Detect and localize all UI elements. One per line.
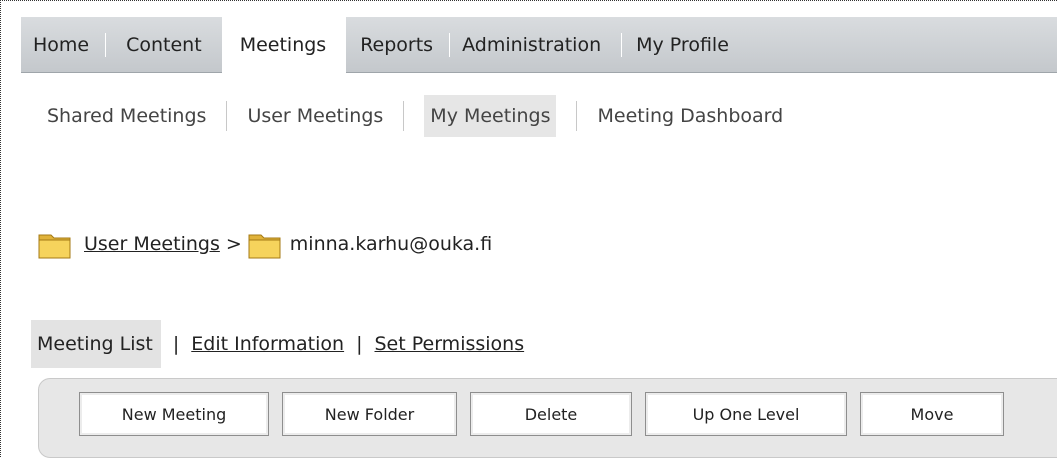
view-link-separator: | (356, 333, 363, 355)
view-links: Meeting List | Edit Information | Set Pe… (31, 320, 524, 368)
top-navigation: Home Content Meetings Reports Administra… (21, 16, 1057, 73)
breadcrumb-current-folder: minna.karhu@ouka.fi (289, 233, 493, 255)
new-folder-button[interactable]: New Folder (282, 392, 457, 436)
subnav-shared-meetings[interactable]: Shared Meetings (47, 95, 206, 137)
subnav-user-meetings[interactable]: User Meetings (247, 95, 383, 137)
subnav-divider (403, 101, 405, 131)
subnav-my-meetings[interactable]: My Meetings (424, 95, 557, 137)
delete-button[interactable]: Delete (470, 392, 632, 436)
move-button[interactable]: Move (860, 392, 1004, 436)
view-link-separator: | (172, 333, 180, 355)
sub-navigation: Shared Meetings User Meetings My Meeting… (47, 95, 783, 137)
breadcrumb-separator: > (225, 233, 242, 255)
set-permissions-link[interactable]: Set Permissions (375, 333, 525, 355)
folder-icon (38, 234, 71, 259)
breadcrumb: User Meetings > minna.karhu@ouka.fi (38, 226, 492, 262)
tab-meetings[interactable]: Meetings (221, 16, 347, 73)
tab-reports[interactable]: Reports (346, 17, 449, 73)
subnav-divider (576, 101, 578, 131)
subnav-meeting-dashboard[interactable]: Meeting Dashboard (597, 95, 783, 137)
action-toolbar: New Meeting New Folder Delete Up One Lev… (38, 378, 1057, 458)
tab-home[interactable]: Home (21, 17, 105, 73)
up-one-level-button[interactable]: Up One Level (645, 392, 847, 436)
tab-content[interactable]: Content (106, 17, 222, 73)
edit-information-link[interactable]: Edit Information (191, 333, 344, 355)
subnav-divider (226, 101, 228, 131)
breadcrumb-user-meetings-link[interactable]: User Meetings (84, 233, 220, 255)
folder-icon (248, 234, 281, 259)
meeting-list-tab[interactable]: Meeting List (31, 320, 161, 368)
tab-administration[interactable]: Administration (450, 17, 621, 73)
new-meeting-button[interactable]: New Meeting (79, 392, 269, 436)
tab-my-profile[interactable]: My Profile (622, 17, 745, 73)
